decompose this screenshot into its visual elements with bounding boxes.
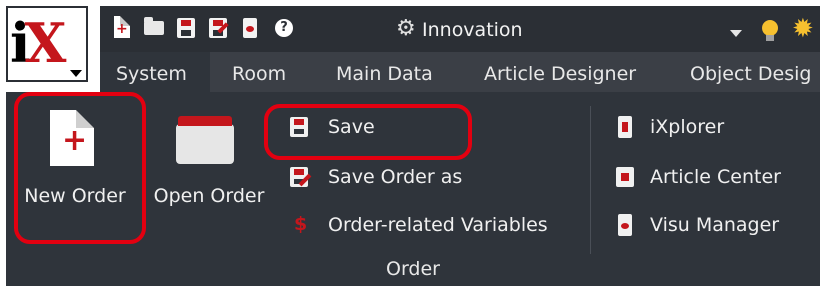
new-order-label: New Order [24, 185, 126, 207]
order-related-variables-button[interactable]: $ Order-related Variables [288, 210, 578, 240]
tab-main-data-label: Main Data [336, 63, 433, 85]
save-icon [177, 18, 195, 38]
gear-icon: ⚙ [396, 16, 416, 41]
ribbon-panel: + New Order Open Order Save Save Order a… [6, 92, 820, 286]
quick-help-button[interactable]: ? [272, 16, 296, 42]
save-order-as-label: Save Order as [328, 166, 463, 188]
app-window: iX + ? ⚙ Innovation ✹ System Room Main D… [0, 0, 820, 286]
tab-object-designer-label: Object Desig [690, 63, 812, 85]
clipboard-icon [243, 18, 257, 38]
article-center-button[interactable]: Article Center [614, 162, 818, 192]
save-icon [288, 116, 310, 138]
open-folder-icon [144, 17, 164, 35]
ixplorer-icon [614, 116, 636, 138]
tab-main-data[interactable]: Main Data [336, 52, 456, 92]
save-as-icon [288, 166, 312, 188]
quick-clipboard-button[interactable] [238, 16, 262, 42]
group-separator [590, 106, 591, 254]
open-order-button[interactable]: Open Order [144, 92, 274, 242]
quick-access-toolbar: + ? ⚙ Innovation ✹ [100, 6, 820, 52]
tab-room[interactable]: Room [232, 52, 302, 92]
quick-save-button[interactable] [174, 16, 198, 42]
visu-manager-icon [614, 214, 636, 236]
tab-system-label: System [116, 63, 187, 85]
quick-open-button[interactable] [142, 16, 166, 42]
open-order-label: Open Order [153, 185, 265, 207]
tab-article-designer-label: Article Designer [484, 63, 637, 85]
chevron-down-icon[interactable] [730, 30, 742, 37]
workspace-combo-label[interactable]: Innovation [422, 20, 523, 40]
tab-object-designer[interactable]: Object Desig [690, 52, 820, 92]
save-order-as-button[interactable]: Save Order as [288, 162, 488, 192]
tab-room-label: Room [232, 63, 287, 85]
chevron-down-icon [70, 70, 82, 77]
open-folder-icon [176, 116, 234, 164]
folder-shape [176, 116, 234, 164]
tab-article-designer[interactable]: Article Designer [484, 52, 654, 92]
lightbulb-icon[interactable] [762, 20, 778, 41]
ixplorer-button[interactable]: iXplorer [614, 112, 814, 142]
order-group: + New Order Open Order Save Save Order a… [6, 92, 820, 286]
save-button[interactable]: Save [288, 112, 468, 142]
quick-new-order-button[interactable]: + [110, 16, 134, 42]
help-icon: ? [275, 19, 293, 37]
app-logo[interactable]: iX [6, 6, 88, 82]
quick-save-as-button[interactable] [206, 16, 230, 42]
plus-icon: + [116, 21, 128, 37]
ixplorer-label: iXplorer [650, 116, 725, 138]
order-related-variables-label: Order-related Variables [328, 214, 548, 236]
article-center-label: Article Center [650, 166, 781, 188]
plus-icon: + [62, 123, 88, 158]
save-label: Save [328, 116, 375, 138]
visu-manager-button[interactable]: Visu Manager [614, 210, 818, 240]
workspace-settings-button[interactable]: ⚙ [394, 16, 418, 42]
visu-manager-label: Visu Manager [650, 214, 780, 236]
logo-mark: iX [10, 11, 66, 75]
sun-icon[interactable]: ✹ [792, 16, 820, 42]
tab-system[interactable]: System [100, 52, 210, 92]
order-group-label: Order [386, 258, 440, 280]
article-center-icon [614, 166, 636, 188]
dollar-icon: $ [294, 213, 308, 235]
ribbon-tabs: System Room Main Data Article Designer O… [100, 52, 820, 92]
new-order-button[interactable]: + New Order [14, 92, 136, 242]
